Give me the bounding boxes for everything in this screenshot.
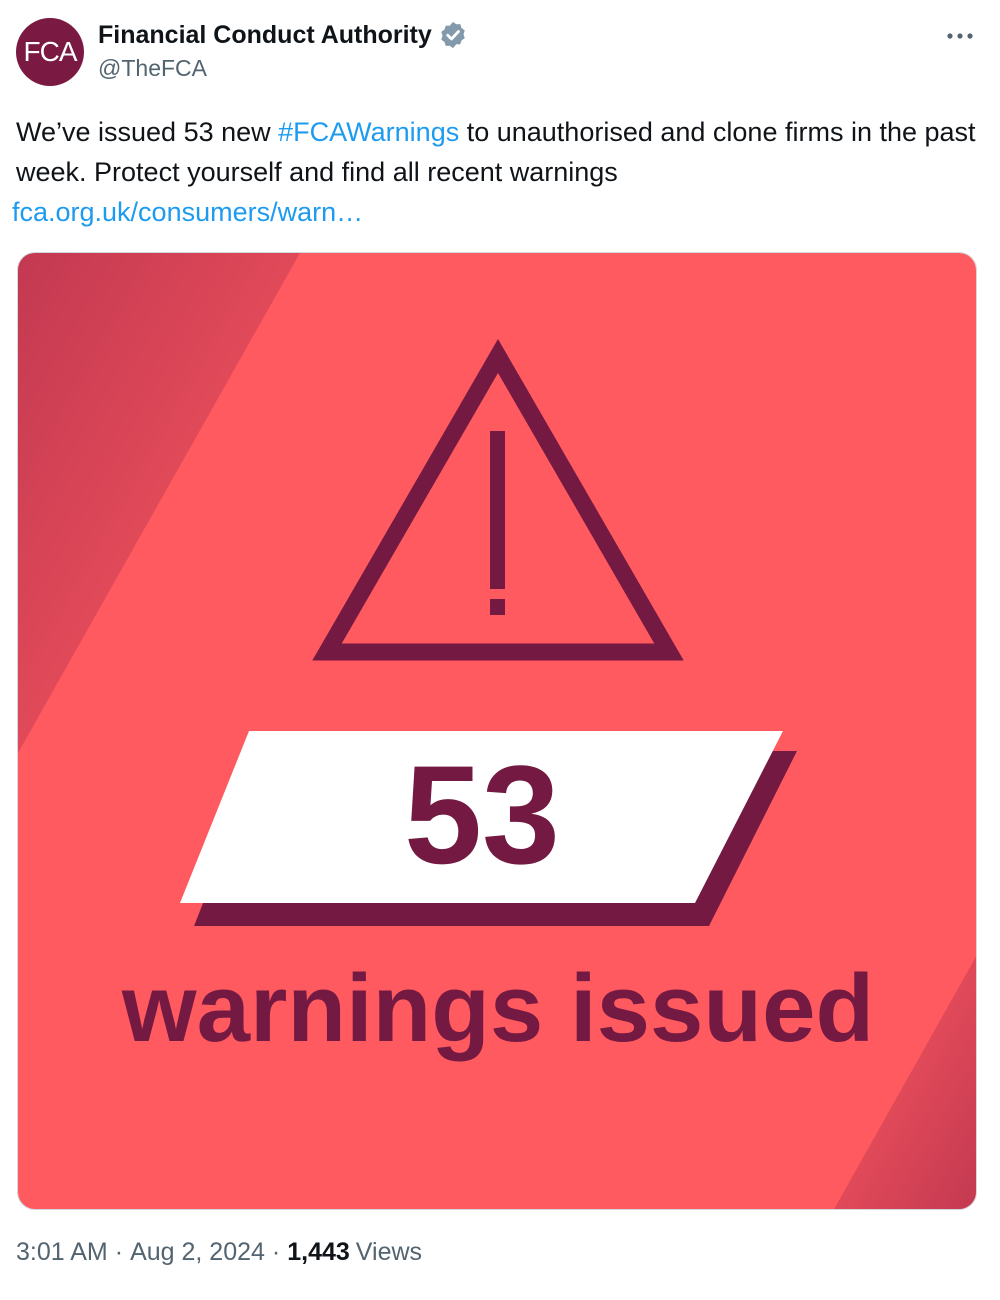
views-count[interactable]: 1,443 [287,1238,350,1267]
display-name[interactable]: Financial Conduct Authority [98,21,432,50]
tweet-media-image[interactable]: 53 warnings issued [17,252,977,1210]
hashtag-link[interactable]: #FCAWarnings [278,117,459,147]
separator-dot: · [271,1238,281,1266]
avatar-logo-text: FCA [23,36,78,67]
warnings-caption: warnings issued [121,955,874,1062]
views-label: Views [355,1238,423,1266]
tweet-text-part1: We’ve issued 53 new [16,117,279,147]
tweet: FCA Financial Conduct Authority @TheFCA … [0,0,1000,1300]
author-name-row: Financial Conduct Authority [98,18,468,52]
tweet-text: We’ve issued 53 new #FCAWarnings to unau… [16,112,981,192]
tweet-url-link[interactable]: fca.org.uk/consumers/warn… [12,192,363,232]
user-handle[interactable]: @TheFCA [98,55,207,82]
separator-dot: · [114,1238,124,1266]
tweet-time[interactable]: 3:01 AM [16,1238,108,1267]
warning-graphic: 53 warnings issued [18,253,976,1209]
tweet-metadata: 3:01 AM · Aug 2, 2024 · 1,443 Views [16,1238,422,1267]
warnings-count: 53 [404,736,560,893]
tweet-date[interactable]: Aug 2, 2024 [130,1238,265,1267]
more-options-icon[interactable] [944,20,976,52]
verified-badge-icon [438,20,468,50]
avatar[interactable]: FCA [16,18,84,86]
